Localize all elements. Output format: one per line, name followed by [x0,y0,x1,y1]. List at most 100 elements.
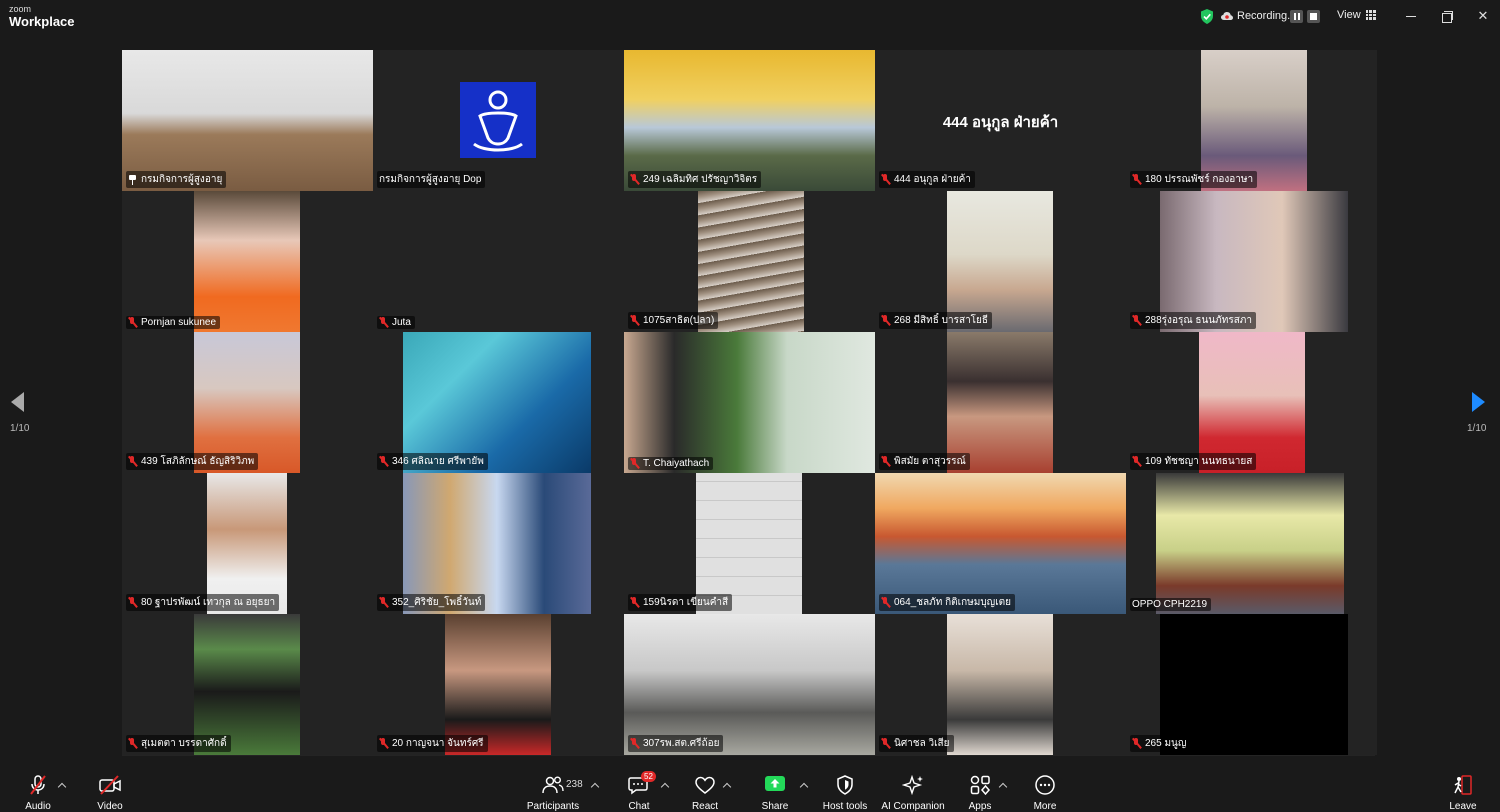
participant-tile[interactable]: สุเมตตา บรรดาศักดิ์ [122,614,373,755]
microphone-muted-icon [630,597,639,608]
microphone-muted-icon [128,738,137,749]
participant-video [1156,473,1344,614]
microphone-muted-icon [1132,738,1141,749]
cloud-record-icon [1221,12,1233,20]
audio-button[interactable]: Audio [3,775,73,812]
ai-companion-label: AI Companion [881,801,945,812]
microphone-muted-icon [1132,174,1141,185]
participant-name-tag: 288รุ่งอรุณ ธนนภัทรสภา [1130,312,1257,329]
participant-video [698,191,804,332]
participant-video [947,332,1053,473]
view-button[interactable]: View [1337,9,1376,21]
previous-page-icon[interactable] [11,392,25,412]
participant-tile[interactable]: 109 ทัชชญา นนทธนายส [1126,332,1377,473]
participant-tile[interactable]: 288รุ่งอรุณ ธนนภัทรสภา [1126,191,1377,332]
participant-video [207,473,287,614]
participant-tile[interactable]: Pornjan sukunee [122,191,373,332]
participants-count: 238 [566,779,583,790]
more-icon [1035,775,1055,795]
participant-video [1199,332,1305,473]
share-screen-icon [765,776,785,791]
participant-name: 109 ทัชชญา นนทธนายส [1145,456,1253,467]
participant-tile[interactable]: 064_ชลภัท กิติเกษมบุญเตย [875,473,1126,614]
participant-tile[interactable]: 159นิรดา เขียนคำสี [624,473,875,614]
participant-video [194,191,300,332]
logo-small-text: zoom [9,4,32,14]
participant-video [947,191,1053,332]
participants-options-caret[interactable] [591,782,599,790]
next-page-icon[interactable] [1471,392,1485,412]
participant-tile[interactable]: กรมกิจการผู้สูงอายุ Dop [373,50,624,191]
participant-tile[interactable]: พิสมัย ตาสุวรรณ์ [875,332,1126,473]
host-tools-button[interactable]: Host tools [810,775,880,812]
participant-name: 249 เฉลิมทิศ ปรัชญาวิจิตร [643,174,758,185]
share-options-caret[interactable] [800,782,808,790]
more-button[interactable]: More [1010,775,1080,812]
participant-tile[interactable]: 439 โสภิลักษณ์ ธัญสิริวิภพ [122,332,373,473]
participant-tile[interactable]: 1075สาธิต(ปลา) [624,191,875,332]
participant-name: 1075สาธิต(ปลา) [643,315,715,326]
participant-tile[interactable]: OPPO CPH2219 [1126,473,1377,614]
participant-tile[interactable]: Juta [373,191,624,332]
participant-video [445,614,551,755]
video-button[interactable]: Video [75,775,145,812]
participant-tile[interactable]: กรมกิจการผู้สูงอายุ [122,50,373,191]
restore-window-button[interactable] [1439,8,1455,24]
ai-companion-button[interactable]: AI Companion [878,775,948,812]
apps-label: Apps [968,801,992,812]
participant-tile[interactable]: 80 ฐาปรพัฒน์ เทวกุล ณ อยุธยา [122,473,373,614]
close-window-button[interactable]: ✕ [1475,8,1491,24]
stop-recording-button[interactable] [1307,10,1320,23]
react-options-caret[interactable] [723,782,731,790]
pause-recording-button[interactable] [1290,10,1303,23]
participant-name: 180 ปรรณพัชร์ กองอาษา [1145,174,1254,185]
page-indicator-left: 1/10 [10,423,30,434]
chat-label: Chat [628,801,650,812]
more-label: More [1033,801,1057,812]
microphone-muted-icon [30,775,46,795]
audio-options-caret[interactable] [58,782,66,790]
shield-check-icon [1201,9,1213,24]
participant-name: 159นิรดา เขียนคำสี [643,597,729,608]
participant-name-tag: OPPO CPH2219 [1130,598,1212,611]
participant-tile[interactable]: 180 ปรรณพัชร์ กองอาษา [1126,50,1377,191]
share-button[interactable]: Share [740,775,810,812]
minimize-window-button[interactable] [1403,8,1419,24]
participant-tile[interactable]: 444 อนุกูล ฝ่ายค้า 444 อนุกูล ฝ่ายค้า [875,50,1126,191]
organization-logo [460,82,536,158]
participant-name-tag: 80 ฐาปรพัฒน์ เทวกุล ณ อยุธยา [126,594,280,611]
chat-options-caret[interactable] [661,782,669,790]
page-indicator-right: 1/10 [1467,423,1487,434]
participant-tile[interactable]: 265 มนูญ [1126,614,1377,755]
participant-tile[interactable]: นิศาชล วิเสีย [875,614,1126,755]
chat-button[interactable]: 52 Chat [604,771,674,812]
participant-tile[interactable]: T. Chaiyathach [624,332,875,473]
react-button[interactable]: React [670,775,740,812]
host-tools-label: Host tools [822,801,868,812]
participant-video [194,332,300,473]
apps-button[interactable]: Apps [945,775,1015,812]
microphone-muted-icon [128,597,137,608]
participant-tile[interactable]: 249 เฉลิมทิศ ปรัชญาวิจิตร [624,50,875,191]
participant-tile[interactable]: 20 กาญจนา จันทร์ศรี [373,614,624,755]
participant-tile[interactable]: 268 มีสิทธิ์ บารสาโยธี [875,191,1126,332]
participant-display-name: 444 อนุกูล ฝ่ายค้า [942,114,1059,131]
participant-video [875,473,1126,614]
participant-tile[interactable]: 346 ศลิณาย ศรีพายัพ [373,332,624,473]
participant-tile[interactable]: 352_ศิริชัย_โพธิ์วันท์ [373,473,624,614]
participant-name: Pornjan sukunee [141,317,217,328]
pin-icon [128,174,137,185]
participant-name-tag: กรมกิจการผู้สูงอายุ Dop [377,171,486,188]
participant-name: 439 โสภิลักษณ์ ธัญสิริวิภพ [141,456,255,467]
participant-video [696,473,802,614]
participant-name-tag: T. Chaiyathach [628,457,714,470]
apps-options-caret[interactable] [999,782,1007,790]
participant-video [403,332,591,473]
leave-button[interactable]: Leave [1428,775,1498,812]
participant-tile[interactable]: 307รพ.สต.ศรีถ้อย [624,614,875,755]
meeting-toolbar: Audio Video Participants 238 52 Chat Rea… [0,770,1500,812]
microphone-muted-icon [128,317,137,328]
microphone-muted-icon [128,456,137,467]
microphone-muted-icon [881,315,890,326]
participant-name-tag: 180 ปรรณพัชร์ กองอาษา [1130,171,1258,188]
